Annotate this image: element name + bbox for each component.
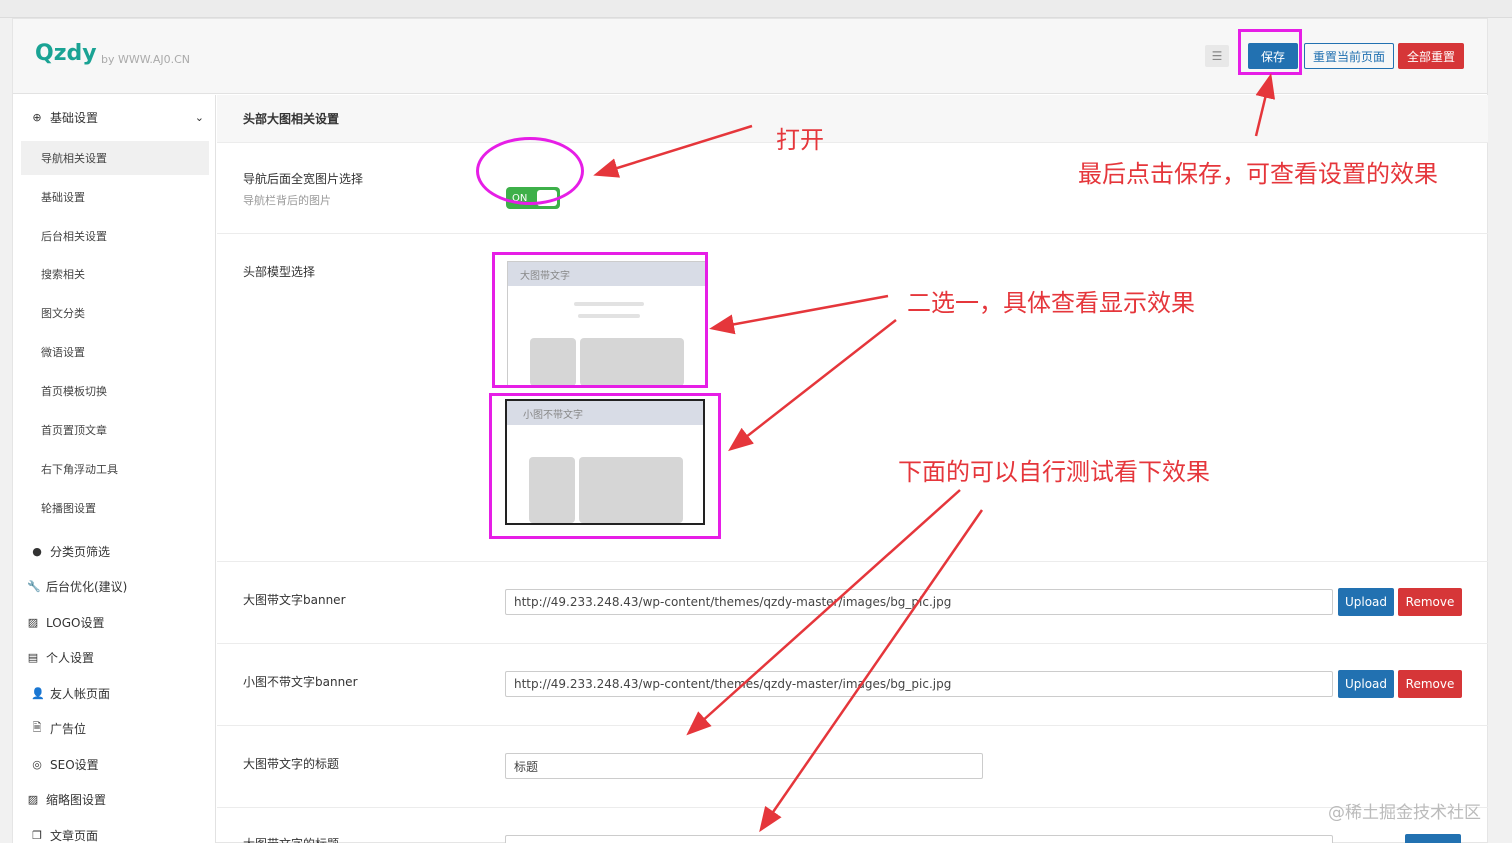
wrench-icon: 🔧 [27,579,41,593]
big-title-input[interactable]: 标题 [505,753,983,779]
watermark: @稀土掘金技术社区 [1328,803,1481,823]
nav-bg-desc: 导航栏背后的图片 [243,194,331,207]
dot-icon: ● [32,544,42,558]
highlight-save [1238,29,1302,75]
sidebar-item-admin[interactable]: 后台相关设置 [21,219,209,253]
image-icon: ▨ [27,615,39,629]
reset-all-button[interactable]: 全部重置 [1398,43,1464,69]
sidebar: ⊕ 基础设置 ⌄ 导航相关设置 基础设置 后台相关设置 搜索相关 图文分类 微语… [13,95,216,843]
section-title: 头部大图相关设置 [217,95,1488,143]
sidebar-section-logo[interactable]: ▨ LOGO设置 [13,602,216,642]
sidebar-section-friends[interactable]: 👤 友人帐页面 [13,673,216,713]
big-title-label: 大图带文字的标题 [243,757,340,771]
logo-by: by WWW.AJ0.CN [101,53,191,66]
big-banner-url-input[interactable]: http://49.233.248.43/wp-content/themes/q… [505,589,1333,615]
sidebar-item-template[interactable]: 首页模板切换 [21,374,209,408]
sidebar-item-sticky[interactable]: 首页置顶文章 [21,413,209,447]
divider [217,233,1488,234]
list-icon[interactable]: ☰ [1205,45,1229,67]
big-banner-upload-button[interactable]: Upload [1338,588,1394,616]
highlight-thumb-small [489,393,721,539]
sidebar-group-label: 基础设置 [50,110,99,125]
sidebar-section-personal[interactable]: ▤ 个人设置 [13,637,216,677]
partial-input[interactable] [505,835,1333,843]
id-card-icon: ▤ [27,650,39,664]
content-area: 头部大图相关设置 导航后面全宽图片选择 导航栏背后的图片 ON 头部模型选择 大… [217,95,1488,843]
big-banner-remove-button[interactable]: Remove [1398,588,1462,616]
highlight-toggle [476,137,584,205]
partial-upload-button[interactable] [1405,834,1461,843]
small-banner-remove-button[interactable]: Remove [1398,670,1462,698]
article-icon: ❐ [32,828,42,842]
divider [217,725,1488,726]
user-plus-icon: 👤 [31,686,45,700]
small-banner-upload-button[interactable]: Upload [1338,670,1394,698]
nav-bg-label: 导航后面全宽图片选择 [243,172,364,186]
sidebar-section-admin-opt[interactable]: 🔧 后台优化(建议) [13,566,216,606]
sidebar-item-basic[interactable]: 基础设置 [21,180,209,214]
sidebar-item-microblog[interactable]: 微语设置 [21,335,209,369]
doc-icon: 🗎 [32,720,42,734]
header-model-label: 头部模型选择 [243,265,316,279]
sidebar-item-carousel[interactable]: 轮播图设置 [21,491,209,525]
sidebar-item-float-tools[interactable]: 右下角浮动工具 [21,452,209,486]
divider [217,807,1488,808]
annotation-save-hint: 最后点击保存，可查看设置的效果 [1078,160,1438,188]
big-banner-label: 大图带文字banner [243,593,346,607]
sidebar-section-ads[interactable]: 🗎 广告位 [13,708,216,748]
sidebar-item-search[interactable]: 搜索相关 [21,257,209,291]
divider [217,561,1488,562]
plus-circle-icon: ⊕ [32,110,42,124]
partial-label: 大图带文字的标题 [243,835,339,843]
sidebar-item-nav[interactable]: 导航相关设置 [21,141,209,175]
sidebar-section-thumbnail[interactable]: ▨ 缩略图设置 [13,779,216,819]
annotation-test-below: 下面的可以自行测试看下效果 [898,458,1210,486]
sidebar-section-article[interactable]: ❐ 文章页面 [13,815,216,843]
seo-icon: ◎ [32,757,42,771]
annotation-choose-one: 二选一，具体查看显示效果 [907,289,1195,317]
highlight-thumb-big [492,252,708,388]
reset-page-button[interactable]: 重置当前页面 [1304,43,1394,69]
small-banner-url-input[interactable]: http://49.233.248.43/wp-content/themes/q… [505,671,1333,697]
sidebar-group-basic[interactable]: ⊕ 基础设置 ⌄ [13,97,216,137]
annotation-open: 打开 [776,126,824,154]
settings-panel: Qzdy by WWW.AJ0.CN ☰ 保存 重置当前页面 全部重置 ⊕ 基础… [12,18,1488,843]
logo: Qzdy [35,41,97,66]
small-banner-label: 小图不带文字banner [243,675,358,689]
sidebar-section-seo[interactable]: ◎ SEO设置 [13,744,216,784]
sidebar-item-category[interactable]: 图文分类 [21,296,209,330]
scrollbar[interactable] [1492,18,1512,843]
sidebar-section-category-filter[interactable]: ● 分类页筛选 [13,531,216,571]
chevron-down-icon: ⌄ [194,110,204,124]
browser-top-strip [0,0,1512,18]
divider [217,643,1488,644]
image-icon: ▨ [27,792,39,806]
